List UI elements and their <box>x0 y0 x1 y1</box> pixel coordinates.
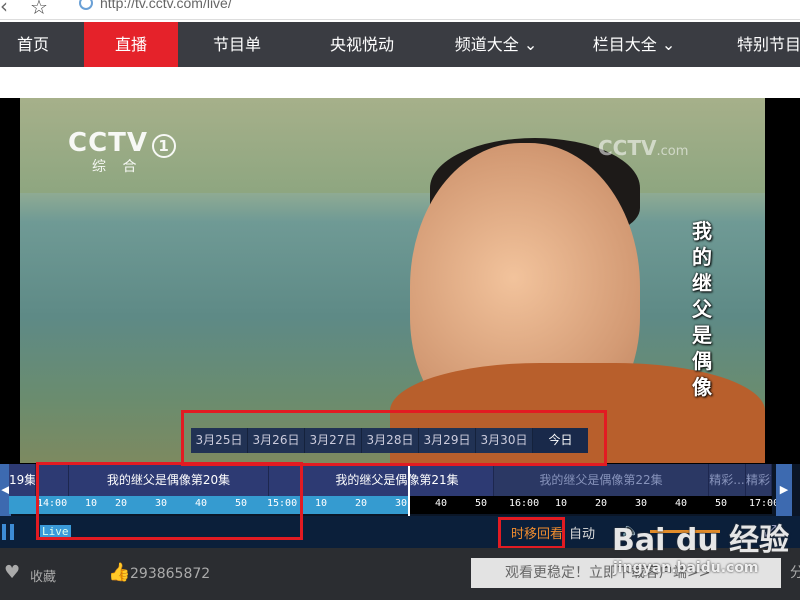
program-item[interactable]: 精彩节 <box>746 464 772 496</box>
nav-item-columns[interactable]: 栏目大全 ⌄ <box>584 22 684 67</box>
program-item[interactable]: 19集 <box>9 464 36 496</box>
nav-item-yuedong[interactable]: 央视悦动 <box>312 22 412 67</box>
globe-icon <box>79 0 93 10</box>
timeline-right-arrow[interactable]: ▶ <box>776 464 792 516</box>
heart-icon[interactable]: ♥ <box>4 562 20 583</box>
tick-label: 40 <box>435 498 448 509</box>
tick-label: 50 <box>475 498 488 509</box>
tick-label: 50 <box>715 498 728 509</box>
nav-item-special[interactable]: 特别节目 <box>724 22 800 67</box>
tick-label: 40 <box>675 498 688 509</box>
baidu-url-watermark: jingyan.baidu.com <box>613 560 759 576</box>
nav-item-home[interactable]: 首页 <box>0 22 66 67</box>
nav-item-channels[interactable]: 频道大全 ⌄ <box>446 22 546 67</box>
main-nav: 首页 直播 节目单 央视悦动 频道大全 ⌄ 栏目大全 ⌄ 特别节目 <box>0 22 800 67</box>
program-item[interactable]: 我的继父是偶像第22集 <box>494 464 709 496</box>
vertical-subtitle: 我 的 继 父 是 偶 像 <box>692 219 712 399</box>
back-arrow-icon[interactable]: ‹ <box>0 0 8 18</box>
tick-label: 30 <box>635 498 648 509</box>
video-frame[interactable]: CCTV 1 综 合 CCTV.com 我 的 继 父 是 偶 像 3月25日 3… <box>20 98 765 463</box>
baidu-jingyan-watermark: Bai du 经验 <box>612 523 790 558</box>
channel-name: 综 合 <box>92 159 143 175</box>
program-item[interactable]: 精彩... <box>709 464 746 496</box>
like-count: 293865872 <box>130 566 211 582</box>
thumb-up-icon[interactable]: 👍 <box>108 562 130 583</box>
highlight-timeshift <box>498 517 565 549</box>
star-icon[interactable]: ☆ <box>30 0 48 19</box>
tick-label: 16:00 <box>509 498 540 509</box>
highlight-date-selector <box>181 410 607 466</box>
tick-label: 30 <box>395 498 408 509</box>
channel-logo: CCTV 1 <box>68 128 177 158</box>
tick-label: 20 <box>355 498 368 509</box>
tick-label: 10 <box>555 498 568 509</box>
quality-auto-button[interactable]: 自动 <box>569 523 595 542</box>
nav-item-live[interactable]: 直播 <box>84 22 178 67</box>
current-time-marker[interactable] <box>408 464 410 518</box>
nav-item-schedule[interactable]: 节目单 <box>196 22 278 67</box>
program-item[interactable]: 我的继父是偶像第21集 <box>301 464 494 496</box>
tick-label: 10 <box>315 498 328 509</box>
highlight-timeline <box>36 462 303 540</box>
browser-address-bar: ‹ ☆ http://tv.cctv.com/live/ <box>0 0 800 20</box>
favorite-label[interactable]: 收藏 <box>30 566 56 585</box>
cctv-watermark: CCTV.com <box>598 136 689 160</box>
pause-icon[interactable] <box>2 524 6 540</box>
tick-label: 17:00 <box>749 498 780 509</box>
share-edge-text[interactable]: 分 <box>790 562 800 582</box>
url-text[interactable]: http://tv.cctv.com/live/ <box>100 0 232 11</box>
tick-label: 20 <box>595 498 608 509</box>
